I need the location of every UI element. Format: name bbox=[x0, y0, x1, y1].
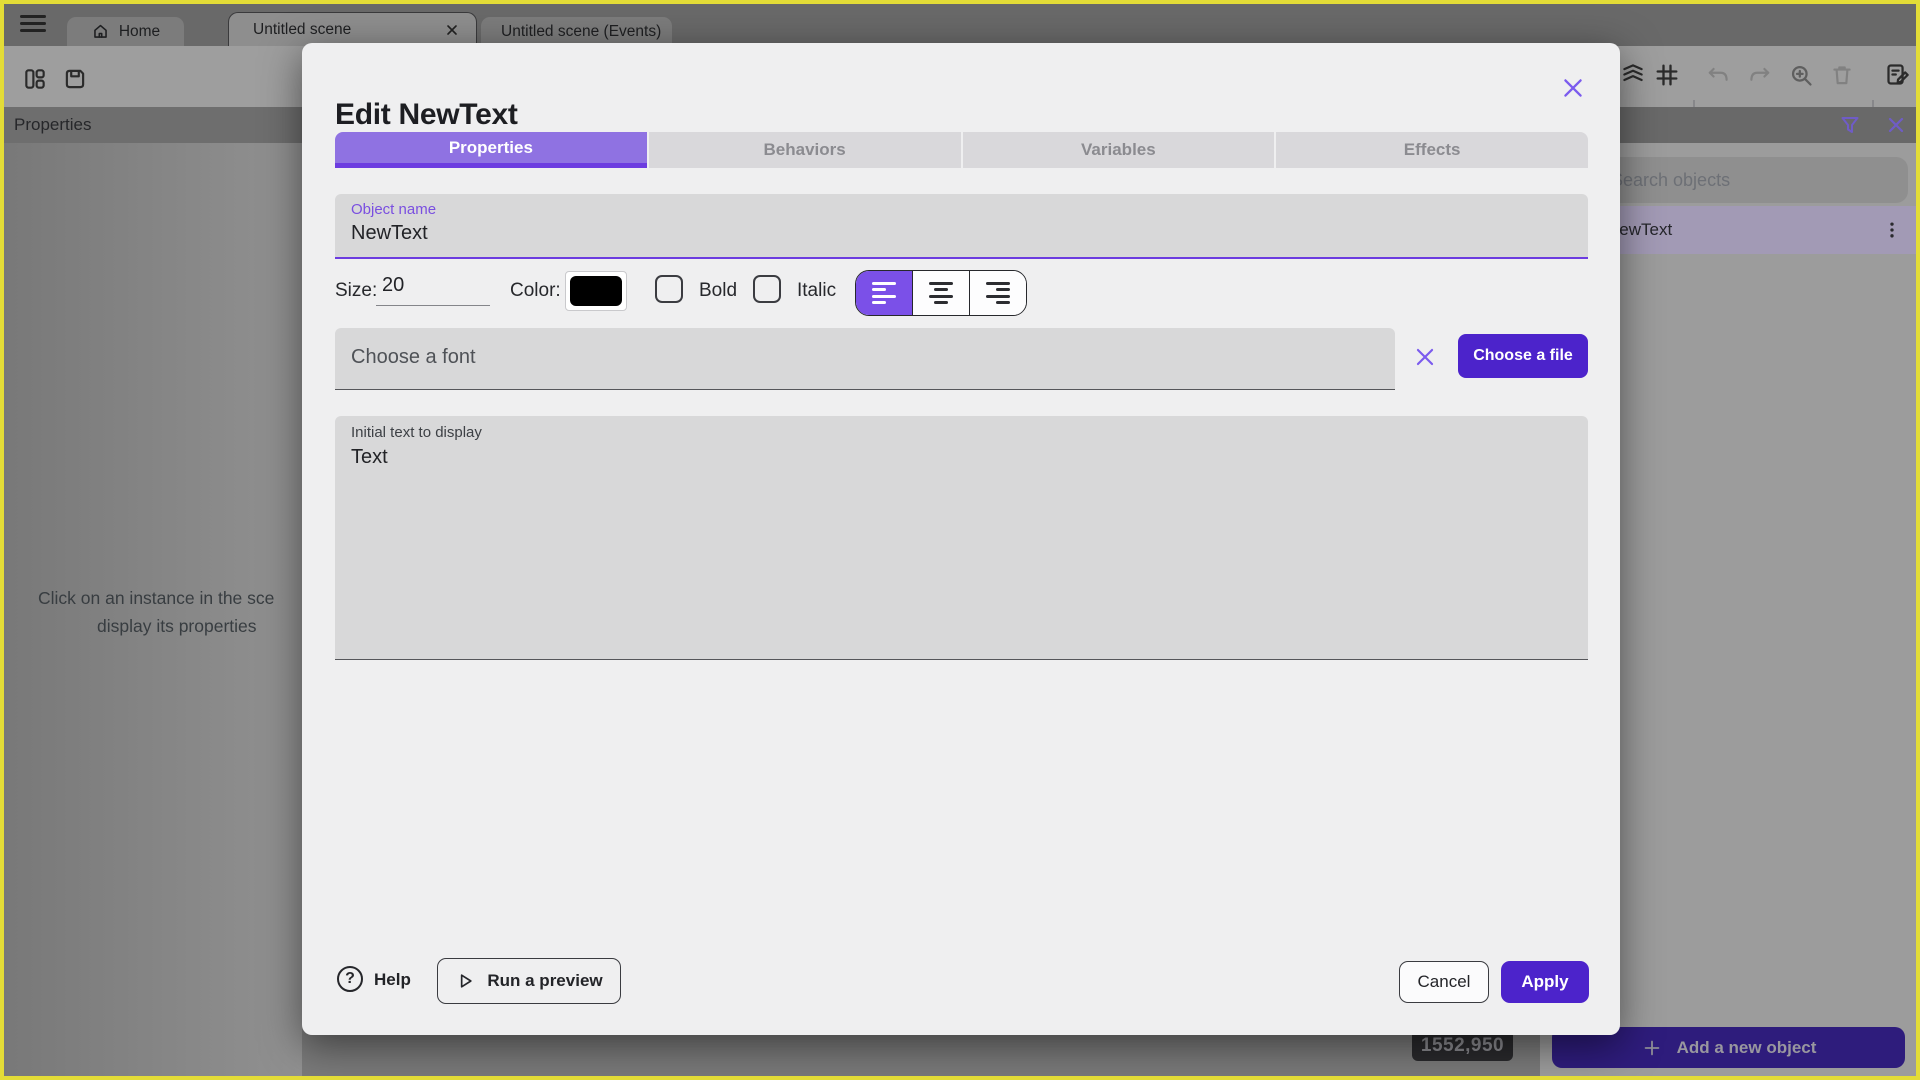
home-icon bbox=[93, 24, 107, 38]
close-dialog-icon[interactable] bbox=[1559, 74, 1587, 102]
color-label: Color: bbox=[510, 280, 561, 301]
align-right-icon bbox=[986, 281, 1010, 305]
more-options-icon[interactable] bbox=[1882, 220, 1902, 240]
edit-object-dialog: Edit NewText Properties Behaviors Variab… bbox=[302, 43, 1620, 1035]
italic-label: Italic bbox=[797, 280, 837, 301]
color-swatch-button[interactable] bbox=[565, 271, 627, 311]
zoom-in-icon[interactable] bbox=[1788, 62, 1815, 89]
tab-untitled-scene-label: Untitled scene bbox=[253, 20, 352, 38]
color-swatch bbox=[570, 276, 622, 306]
panels-layout-icon[interactable] bbox=[22, 66, 48, 92]
apply-label: Apply bbox=[1521, 972, 1569, 991]
close-panel-icon[interactable] bbox=[1884, 113, 1908, 137]
choose-file-label: Choose a file bbox=[1473, 347, 1573, 364]
app-root: Home Untitled scene Untitled scene (Even… bbox=[0, 0, 1920, 1080]
initial-text-textarea[interactable]: Initial text to display Text bbox=[335, 416, 1588, 660]
cancel-button[interactable]: Cancel bbox=[1399, 961, 1489, 1003]
grid-icon[interactable] bbox=[1653, 61, 1681, 89]
help-label[interactable]: Help bbox=[374, 970, 411, 990]
tab-untitled-scene[interactable]: Untitled scene bbox=[228, 12, 477, 46]
cancel-label: Cancel bbox=[1417, 972, 1471, 991]
align-center-button[interactable] bbox=[912, 271, 969, 315]
plus-icon bbox=[1644, 1040, 1659, 1055]
size-label: Size: bbox=[335, 280, 378, 301]
tab-properties[interactable]: Properties bbox=[335, 132, 647, 168]
layers-icon[interactable] bbox=[1620, 61, 1646, 87]
choose-file-button[interactable]: Choose a file bbox=[1458, 334, 1588, 378]
dialog-title: Edit NewText bbox=[335, 98, 518, 131]
align-left-icon bbox=[872, 281, 896, 305]
object-name-field[interactable]: Object name NewText bbox=[335, 194, 1588, 259]
edit-events-icon[interactable] bbox=[1884, 61, 1911, 88]
filter-icon[interactable] bbox=[1838, 113, 1862, 137]
cursor-coordinates-value: 1552,950 bbox=[1420, 1034, 1505, 1056]
save-icon[interactable] bbox=[62, 66, 88, 92]
search-objects-input[interactable]: Search objects bbox=[1598, 157, 1908, 203]
trash-icon[interactable] bbox=[1829, 62, 1855, 88]
undo-icon[interactable] bbox=[1706, 63, 1732, 89]
dialog-tabs: Properties Behaviors Variables Effects bbox=[335, 132, 1588, 168]
size-value: 20 bbox=[382, 274, 405, 296]
tab-effects[interactable]: Effects bbox=[1274, 132, 1588, 168]
apply-button[interactable]: Apply bbox=[1501, 961, 1589, 1003]
initial-text-label: Initial text to display bbox=[351, 424, 482, 441]
object-name-value: NewText bbox=[351, 222, 428, 244]
play-icon bbox=[461, 974, 473, 988]
clear-font-icon[interactable] bbox=[1412, 344, 1438, 370]
redo-icon[interactable] bbox=[1746, 63, 1772, 89]
italic-checkbox[interactable] bbox=[753, 275, 781, 303]
object-name-label: Object name bbox=[351, 201, 437, 218]
align-left-button[interactable] bbox=[856, 271, 912, 315]
tab-home[interactable]: Home bbox=[67, 17, 184, 46]
properties-hint-line1: Click on an instance in the sce bbox=[38, 588, 275, 608]
tab-untitled-scene-events[interactable]: Untitled scene (Events) bbox=[481, 17, 672, 46]
close-icon[interactable] bbox=[444, 22, 460, 38]
menu-icon[interactable] bbox=[20, 15, 46, 33]
bold-label: Bold bbox=[699, 280, 738, 301]
bold-checkbox[interactable] bbox=[655, 275, 683, 303]
run-preview-button[interactable]: Run a preview bbox=[437, 958, 621, 1004]
tab-bar: Home Untitled scene Untitled scene (Even… bbox=[0, 0, 1920, 46]
run-preview-label: Run a preview bbox=[487, 971, 603, 990]
tab-variables[interactable]: Variables bbox=[960, 132, 1275, 168]
help-icon[interactable]: ? bbox=[337, 966, 363, 992]
tab-home-label: Home bbox=[118, 22, 161, 40]
initial-text-value: Text bbox=[351, 446, 388, 468]
search-objects-placeholder: Search objects bbox=[1611, 169, 1731, 190]
properties-panel-title: Properties bbox=[14, 115, 92, 134]
text-alignment-group bbox=[855, 270, 1027, 316]
properties-panel: Click on an instance in the sce display … bbox=[0, 143, 302, 1076]
font-placeholder: Choose a font bbox=[351, 346, 476, 368]
tab-events-label: Untitled scene (Events) bbox=[501, 22, 662, 40]
properties-panel-header: Properties bbox=[0, 107, 302, 143]
add-new-object-label: Add a new object bbox=[1676, 1037, 1817, 1057]
font-select-field[interactable]: Choose a font bbox=[335, 328, 1395, 390]
properties-hint-line2: display its properties bbox=[97, 616, 257, 636]
tab-behaviors[interactable]: Behaviors bbox=[646, 132, 961, 168]
align-right-button[interactable] bbox=[969, 271, 1026, 315]
align-center-icon bbox=[929, 281, 953, 305]
size-input[interactable]: 20 bbox=[376, 274, 490, 306]
